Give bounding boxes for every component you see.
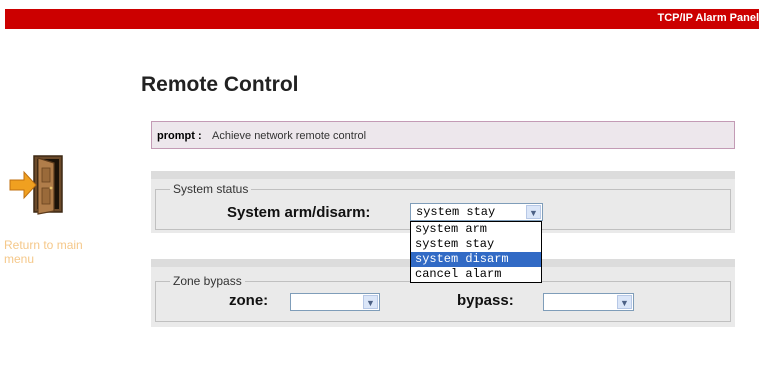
panel-header xyxy=(151,171,735,179)
system-status-legend: System status xyxy=(170,182,252,196)
zone-select[interactable]: ▼ xyxy=(290,293,380,311)
option-system-arm[interactable]: system arm xyxy=(411,222,541,237)
prompt-text: Achieve network remote control xyxy=(212,130,367,142)
system-arm-disarm-select[interactable]: system stay ▼ xyxy=(410,203,543,221)
prompt-box: prompt : Achieve network remote control xyxy=(151,121,735,149)
bypass-label: bypass: xyxy=(457,292,514,309)
zone-label: zone: xyxy=(229,292,269,309)
chevron-down-icon[interactable]: ▼ xyxy=(617,295,632,309)
option-system-disarm[interactable]: system disarm xyxy=(411,252,541,267)
zone-bypass-legend: Zone bypass xyxy=(170,274,245,288)
top-banner: TCP/IP Alarm Panel xyxy=(5,9,759,29)
chevron-down-icon[interactable]: ▼ xyxy=(526,205,541,219)
prompt-label: prompt : xyxy=(157,130,202,142)
bypass-select[interactable]: ▼ xyxy=(543,293,634,311)
page-title: Remote Control xyxy=(141,73,299,96)
return-to-main-menu-label[interactable]: Return to main menu xyxy=(4,238,104,266)
app-title: TCP/IP Alarm Panel xyxy=(657,12,759,24)
system-arm-disarm-dropdown[interactable]: system arm system stay system disarm can… xyxy=(410,221,542,283)
door-exit-icon[interactable] xyxy=(8,152,68,216)
system-arm-disarm-label: System arm/disarm: xyxy=(227,204,371,221)
system-arm-disarm-value: system stay xyxy=(416,205,496,219)
option-cancel-alarm[interactable]: cancel alarm xyxy=(411,267,541,282)
option-system-stay[interactable]: system stay xyxy=(411,237,541,252)
chevron-down-icon[interactable]: ▼ xyxy=(363,295,378,309)
